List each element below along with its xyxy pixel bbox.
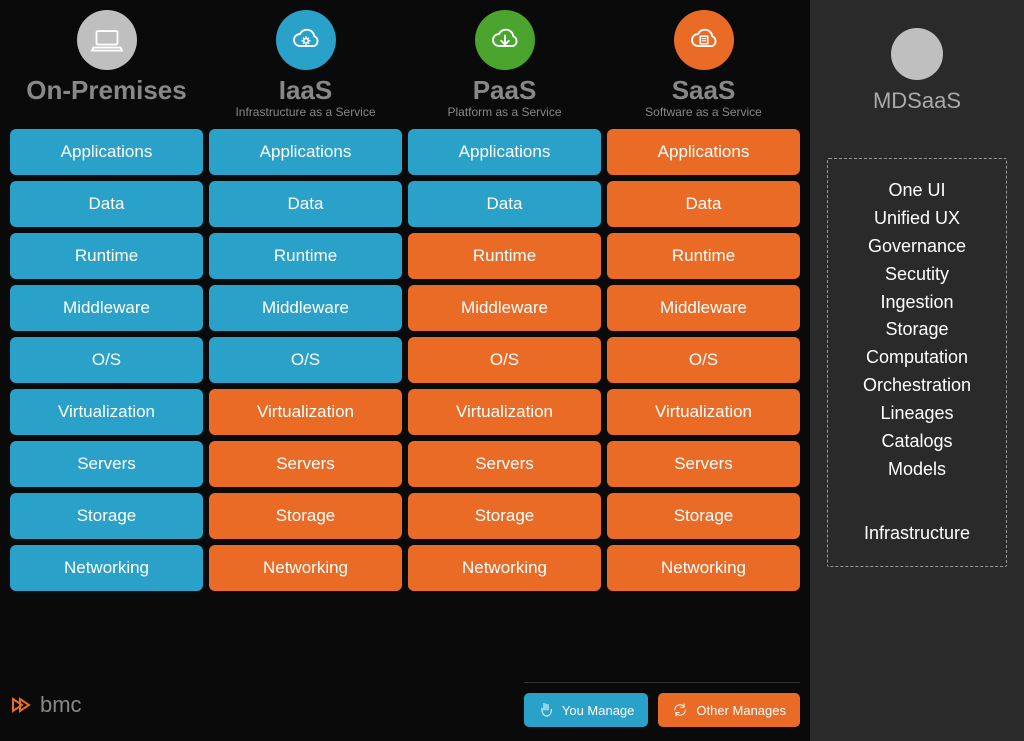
legend-you-label: You Manage: [562, 703, 635, 718]
feature-lineages: Lineages: [880, 400, 953, 428]
legend-you-manage: You Manage: [524, 693, 649, 727]
cell-iaas-servers: Servers: [209, 441, 402, 487]
column-header-saas: SaaSSoftware as a Service: [607, 10, 800, 121]
mdsaas-features-box: One UIUnified UXGovernanceSecutityIngest…: [827, 158, 1007, 567]
cell-paas-runtime: Runtime: [408, 233, 601, 279]
feature-one-ui: One UI: [888, 177, 945, 205]
cell-saas-o-s: O/S: [607, 337, 800, 383]
cell-on-premises-data: Data: [10, 181, 203, 227]
cell-iaas-data: Data: [209, 181, 402, 227]
cell-iaas-o-s: O/S: [209, 337, 402, 383]
feature-orchestration: Orchestration: [863, 372, 971, 400]
cell-paas-virtualization: Virtualization: [408, 389, 601, 435]
cell-on-premises-servers: Servers: [10, 441, 203, 487]
cell-saas-applications: Applications: [607, 129, 800, 175]
cell-on-premises-networking: Networking: [10, 545, 203, 591]
column-header-paas: PaaSPlatform as a Service: [408, 10, 601, 121]
column-title: PaaS: [473, 76, 537, 105]
cell-iaas-storage: Storage: [209, 493, 402, 539]
cell-on-premises-runtime: Runtime: [10, 233, 203, 279]
legend-other-label: Other Manages: [696, 703, 786, 718]
cell-on-premises-o-s: O/S: [10, 337, 203, 383]
cloud-gear-icon: [276, 10, 336, 70]
column-header-iaas: IaaSInfrastructure as a Service: [209, 10, 402, 121]
cell-paas-applications: Applications: [408, 129, 601, 175]
cell-saas-runtime: Runtime: [607, 233, 800, 279]
column-headers: On-Premises IaaSInfrastructure as a Servi…: [10, 10, 800, 121]
main-diagram: On-Premises IaaSInfrastructure as a Servi…: [0, 0, 810, 741]
cloud-down-icon: [475, 10, 535, 70]
cell-paas-o-s: O/S: [408, 337, 601, 383]
footer: bmc You Manage Other Manages: [10, 682, 800, 727]
cell-saas-middleware: Middleware: [607, 285, 800, 331]
cell-saas-storage: Storage: [607, 493, 800, 539]
column-subtitle: Platform as a Service: [447, 105, 561, 121]
feature-ingestion: Ingestion: [880, 289, 953, 317]
feature-infrastructure: Infrastructure: [864, 520, 970, 548]
cell-iaas-applications: Applications: [209, 129, 402, 175]
column-subtitle: Software as a Service: [645, 105, 762, 121]
cell-iaas-runtime: Runtime: [209, 233, 402, 279]
cell-saas-servers: Servers: [607, 441, 800, 487]
cell-paas-networking: Networking: [408, 545, 601, 591]
feature-storage: Storage: [885, 316, 948, 344]
mdsaas-title: MDSaaS: [873, 88, 961, 114]
feature-unified-ux: Unified UX: [874, 205, 960, 233]
cell-on-premises-virtualization: Virtualization: [10, 389, 203, 435]
cell-saas-data: Data: [607, 181, 800, 227]
legend: You Manage Other Manages: [524, 682, 800, 727]
mdsaas-icon: [891, 28, 943, 80]
feature-models: Models: [888, 456, 946, 484]
side-panel: MDSaaS One UIUnified UXGovernanceSecutit…: [810, 0, 1024, 741]
cell-iaas-middleware: Middleware: [209, 285, 402, 331]
feature-secutity: Secutity: [885, 261, 949, 289]
bmc-logo-icon: [10, 693, 34, 717]
feature-governance: Governance: [868, 233, 966, 261]
cell-on-premises-middleware: Middleware: [10, 285, 203, 331]
column-title: SaaS: [672, 76, 736, 105]
feature-catalogs: Catalogs: [881, 428, 952, 456]
bmc-logo: bmc: [10, 692, 82, 718]
cell-paas-data: Data: [408, 181, 601, 227]
cell-paas-storage: Storage: [408, 493, 601, 539]
cell-on-premises-storage: Storage: [10, 493, 203, 539]
legend-other-manages: Other Manages: [658, 693, 800, 727]
column-subtitle: Infrastructure as a Service: [235, 105, 375, 121]
laptop-icon: [77, 10, 137, 70]
hand-icon: [538, 702, 554, 718]
cell-iaas-virtualization: Virtualization: [209, 389, 402, 435]
column-title: IaaS: [279, 76, 333, 105]
cell-paas-middleware: Middleware: [408, 285, 601, 331]
feature-computation: Computation: [866, 344, 968, 372]
cell-saas-virtualization: Virtualization: [607, 389, 800, 435]
refresh-icon: [672, 702, 688, 718]
bmc-logo-text: bmc: [40, 692, 82, 718]
column-header-on-premises: On-Premises: [10, 10, 203, 121]
column-title: On-Premises: [26, 76, 186, 105]
cell-iaas-networking: Networking: [209, 545, 402, 591]
cell-on-premises-applications: Applications: [10, 129, 203, 175]
cell-saas-networking: Networking: [607, 545, 800, 591]
cloud-doc-icon: [674, 10, 734, 70]
layers-grid: ApplicationsApplicationsApplicationsAppl…: [10, 129, 800, 591]
cell-paas-servers: Servers: [408, 441, 601, 487]
